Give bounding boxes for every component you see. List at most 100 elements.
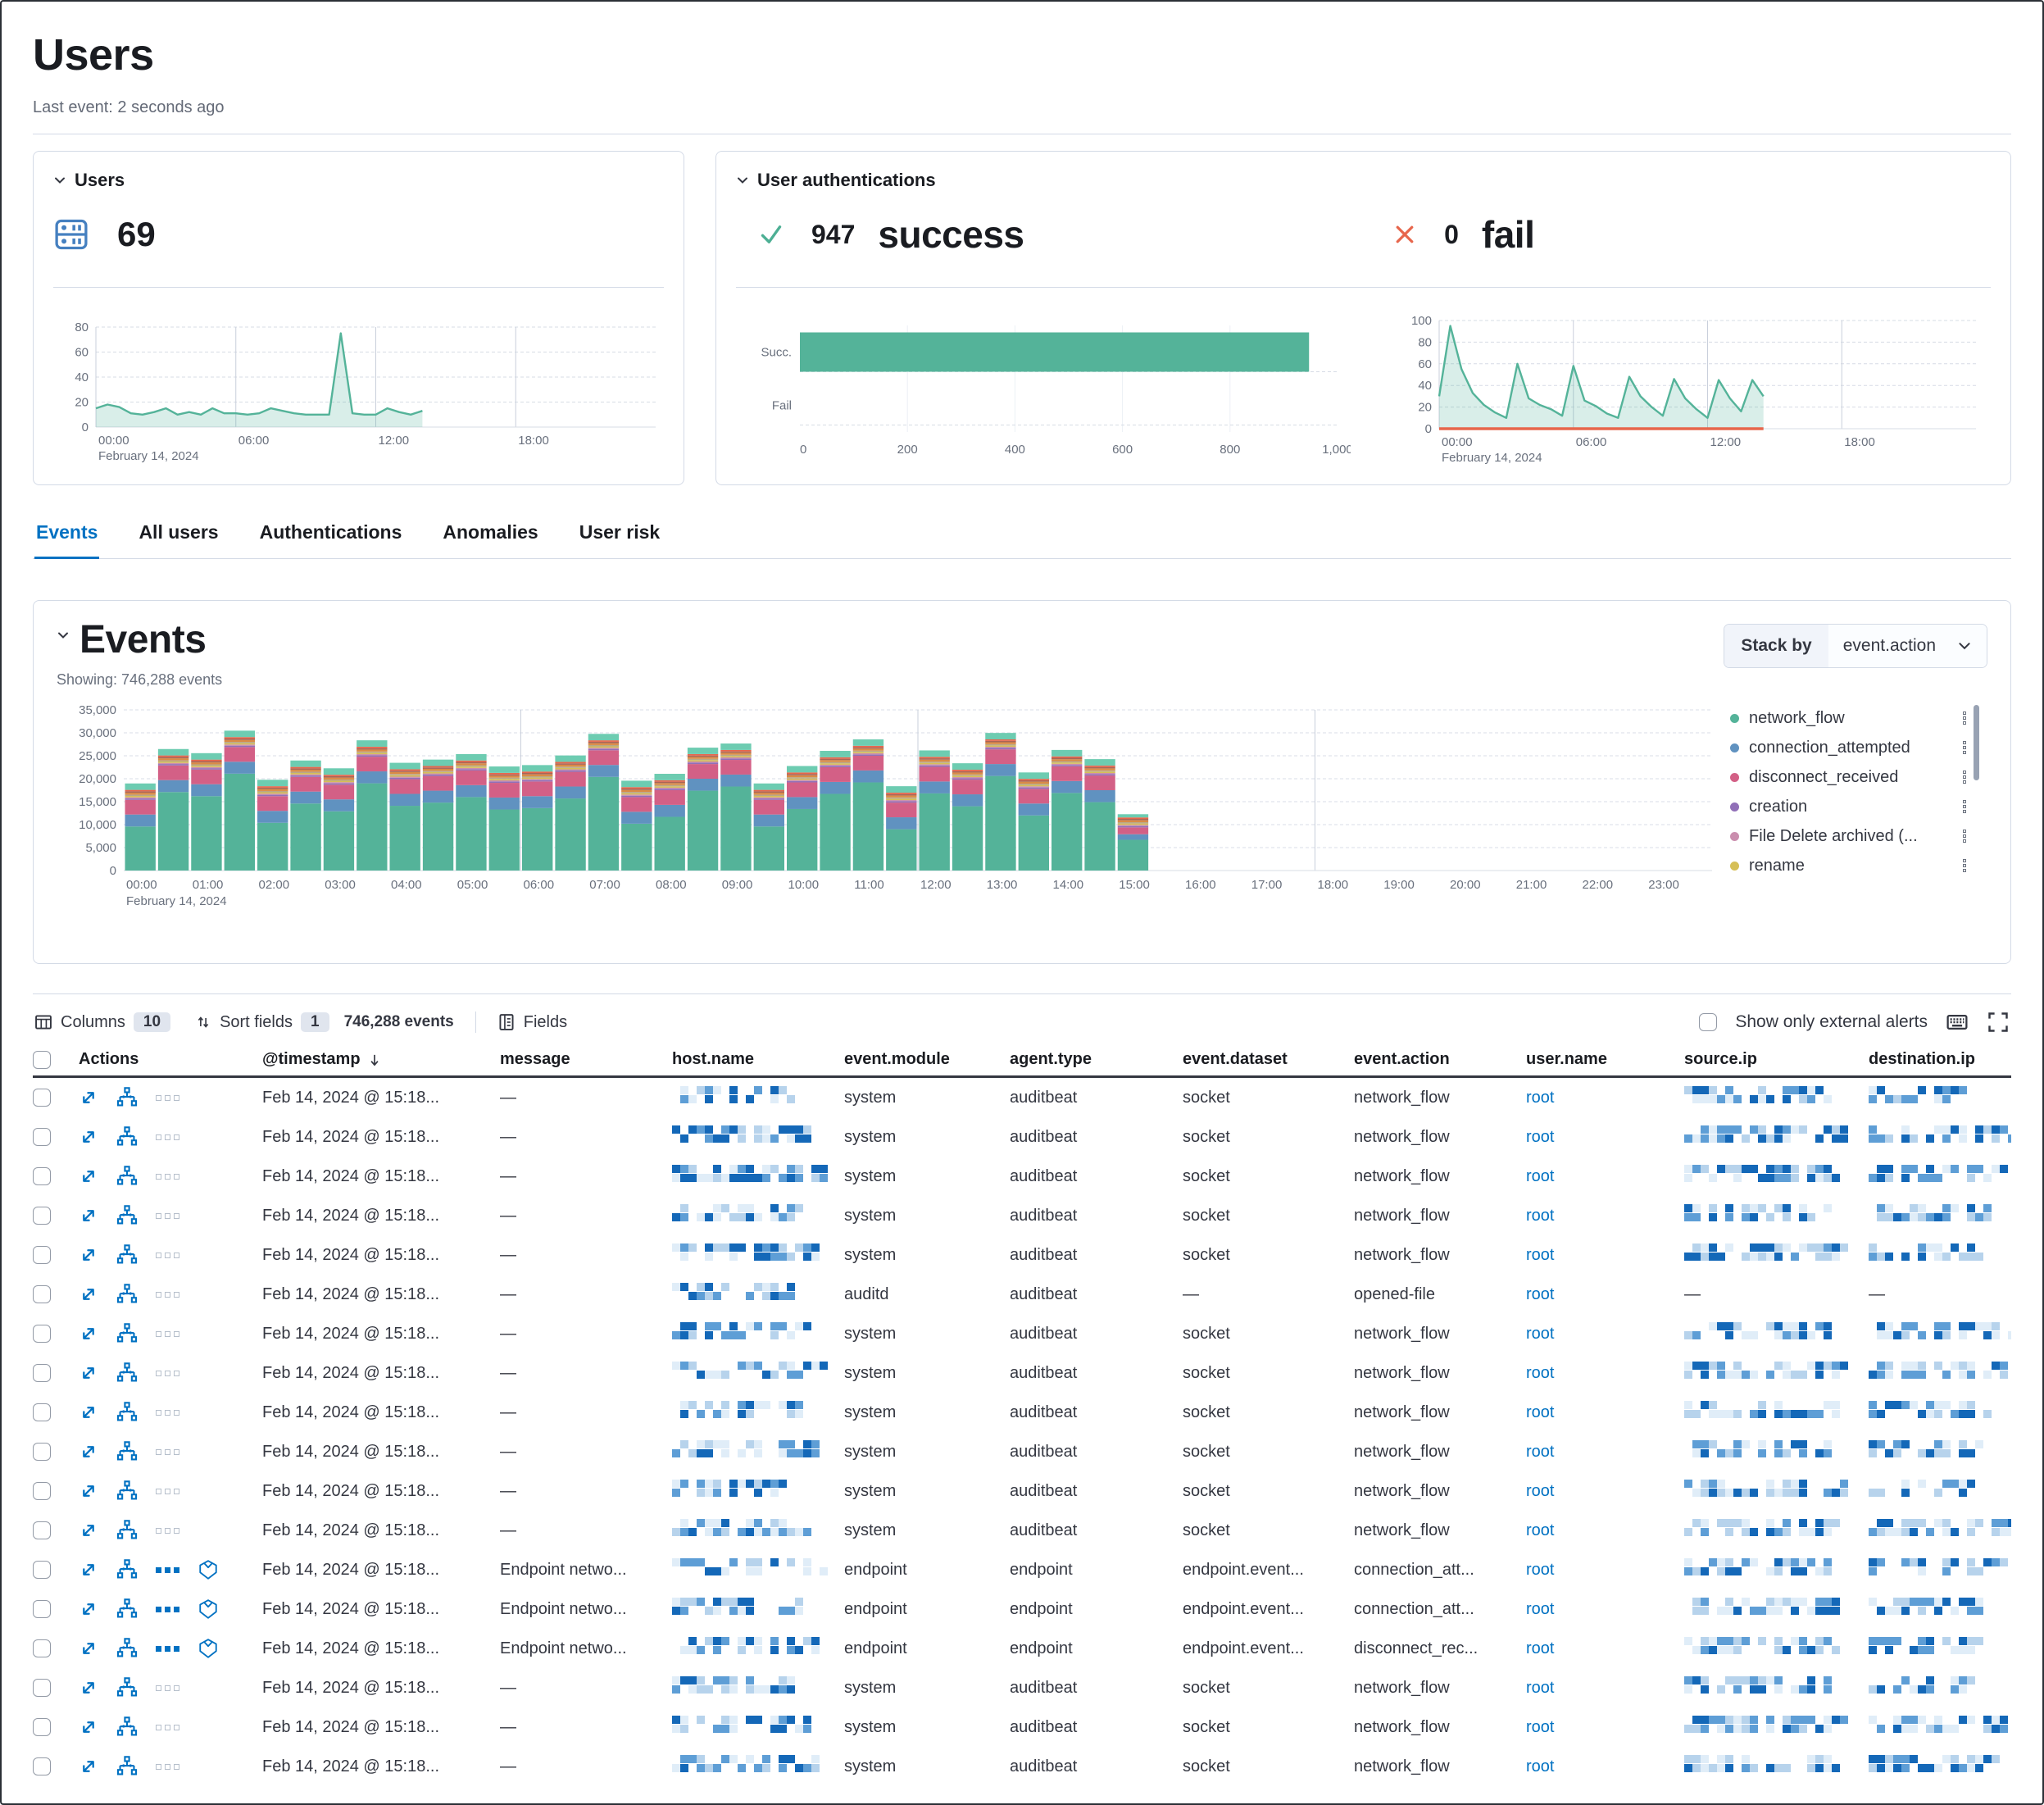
tab-events[interactable]: Events	[34, 513, 99, 559]
expand-event-icon[interactable]	[79, 1166, 98, 1186]
row-checkbox[interactable]	[33, 1285, 51, 1303]
user-name-link[interactable]: root	[1526, 1167, 1684, 1186]
analyze-event-icon[interactable]	[116, 1362, 138, 1384]
legend-item-file-delete-archived-[interactable]: File Delete archived (...	[1730, 821, 1987, 851]
row-checkbox[interactable]	[33, 1718, 51, 1736]
user-name-link[interactable]: root	[1526, 1639, 1684, 1658]
user-name-link[interactable]: root	[1526, 1128, 1684, 1147]
more-actions-icon[interactable]	[156, 1253, 179, 1258]
tab-anomalies[interactable]: Anomalies	[441, 513, 539, 558]
select-all-checkbox[interactable]	[33, 1051, 51, 1069]
expand-event-icon[interactable]	[79, 1560, 98, 1580]
chevron-down-icon[interactable]	[736, 174, 749, 187]
col-event-action[interactable]: event.action	[1354, 1050, 1526, 1069]
more-actions-icon[interactable]	[156, 1371, 179, 1376]
analyze-event-icon[interactable]	[116, 1402, 138, 1423]
analyze-event-icon[interactable]	[116, 1559, 138, 1580]
analyze-event-icon[interactable]	[116, 1441, 138, 1462]
legend-scrollbar[interactable]	[1974, 705, 1979, 780]
tab-user-risk[interactable]: User risk	[578, 513, 661, 558]
col-agent-type[interactable]: agent.type	[1010, 1050, 1183, 1069]
more-actions-icon[interactable]	[156, 1449, 179, 1455]
legend-actions-icon[interactable]	[1963, 712, 1966, 725]
expand-event-icon[interactable]	[79, 1363, 98, 1383]
expand-event-icon[interactable]	[79, 1088, 98, 1107]
legend-actions-icon[interactable]	[1963, 800, 1966, 813]
analyze-event-icon[interactable]	[116, 1638, 138, 1659]
user-name-link[interactable]: root	[1526, 1600, 1684, 1619]
expand-event-icon[interactable]	[79, 1324, 98, 1344]
fullscreen-icon[interactable]	[1987, 1011, 2010, 1034]
analyze-event-icon[interactable]	[116, 1323, 138, 1344]
more-actions-icon[interactable]	[156, 1607, 179, 1612]
expand-event-icon[interactable]	[79, 1717, 98, 1737]
user-name-link[interactable]: root	[1526, 1246, 1684, 1265]
row-checkbox[interactable]	[33, 1364, 51, 1382]
row-checkbox[interactable]	[33, 1443, 51, 1461]
legend-item-connection-attempted[interactable]: connection_attempted	[1730, 733, 1987, 762]
user-name-link[interactable]: root	[1526, 1521, 1684, 1540]
legend-actions-icon[interactable]	[1963, 859, 1966, 872]
fields-button[interactable]: Fields	[497, 1013, 567, 1032]
more-actions-icon[interactable]	[156, 1174, 179, 1180]
tab-authentications[interactable]: Authentications	[258, 513, 404, 558]
row-checkbox[interactable]	[33, 1482, 51, 1500]
row-checkbox[interactable]	[33, 1128, 51, 1146]
legend-item-creation[interactable]: creation	[1730, 792, 1987, 821]
row-checkbox[interactable]	[33, 1246, 51, 1264]
chevron-down-icon[interactable]	[57, 629, 70, 642]
more-actions-icon[interactable]	[156, 1489, 179, 1494]
user-name-link[interactable]: root	[1526, 1364, 1684, 1383]
col-message[interactable]: message	[500, 1050, 672, 1069]
col-timestamp[interactable]: @timestamp	[262, 1050, 500, 1069]
analyze-event-icon[interactable]	[116, 1244, 138, 1266]
more-actions-icon[interactable]	[156, 1567, 179, 1573]
more-actions-icon[interactable]	[156, 1134, 179, 1140]
more-actions-icon[interactable]	[156, 1685, 179, 1691]
user-name-link[interactable]: root	[1526, 1482, 1684, 1501]
analyze-event-icon[interactable]	[116, 1087, 138, 1108]
row-checkbox[interactable]	[33, 1089, 51, 1107]
row-checkbox[interactable]	[33, 1521, 51, 1539]
user-name-link[interactable]: root	[1526, 1561, 1684, 1580]
row-checkbox[interactable]	[33, 1325, 51, 1343]
row-checkbox[interactable]	[33, 1561, 51, 1579]
analyze-event-icon[interactable]	[116, 1284, 138, 1305]
legend-actions-icon[interactable]	[1963, 771, 1966, 784]
col-destination-ip[interactable]: destination.ip	[1869, 1050, 2011, 1069]
stack-by-select[interactable]: event.action	[1828, 625, 1987, 667]
row-checkbox[interactable]	[33, 1403, 51, 1421]
analyze-event-icon[interactable]	[116, 1716, 138, 1738]
more-actions-icon[interactable]	[156, 1725, 179, 1730]
expand-event-icon[interactable]	[79, 1481, 98, 1501]
user-name-link[interactable]: root	[1526, 1718, 1684, 1737]
expand-event-icon[interactable]	[79, 1403, 98, 1422]
more-actions-icon[interactable]	[156, 1331, 179, 1337]
external-alerts-checkbox[interactable]	[1699, 1013, 1717, 1031]
chevron-down-icon[interactable]	[53, 174, 66, 187]
col-event-dataset[interactable]: event.dataset	[1183, 1050, 1354, 1069]
more-actions-icon[interactable]	[156, 1764, 179, 1770]
col-user-name[interactable]: user.name	[1526, 1050, 1684, 1069]
row-checkbox[interactable]	[33, 1679, 51, 1697]
more-actions-icon[interactable]	[156, 1213, 179, 1219]
more-actions-icon[interactable]	[156, 1095, 179, 1101]
expand-event-icon[interactable]	[79, 1599, 98, 1619]
expand-event-icon[interactable]	[79, 1127, 98, 1147]
legend-item-disconnect-received[interactable]: disconnect_received	[1730, 762, 1987, 792]
user-name-link[interactable]: root	[1526, 1207, 1684, 1225]
endpoint-logo-icon[interactable]	[198, 1559, 219, 1580]
more-actions-icon[interactable]	[156, 1528, 179, 1534]
analyze-event-icon[interactable]	[116, 1126, 138, 1148]
legend-actions-icon[interactable]	[1963, 741, 1966, 754]
expand-event-icon[interactable]	[79, 1521, 98, 1540]
more-actions-icon[interactable]	[156, 1646, 179, 1652]
legend-item-network-flow[interactable]: network_flow	[1730, 703, 1987, 733]
analyze-event-icon[interactable]	[116, 1205, 138, 1226]
user-name-link[interactable]: root	[1526, 1757, 1684, 1776]
col-source-ip[interactable]: source.ip	[1684, 1050, 1869, 1069]
analyze-event-icon[interactable]	[116, 1677, 138, 1698]
legend-actions-icon[interactable]	[1963, 830, 1966, 843]
user-name-link[interactable]: root	[1526, 1325, 1684, 1344]
analyze-event-icon[interactable]	[116, 1598, 138, 1620]
